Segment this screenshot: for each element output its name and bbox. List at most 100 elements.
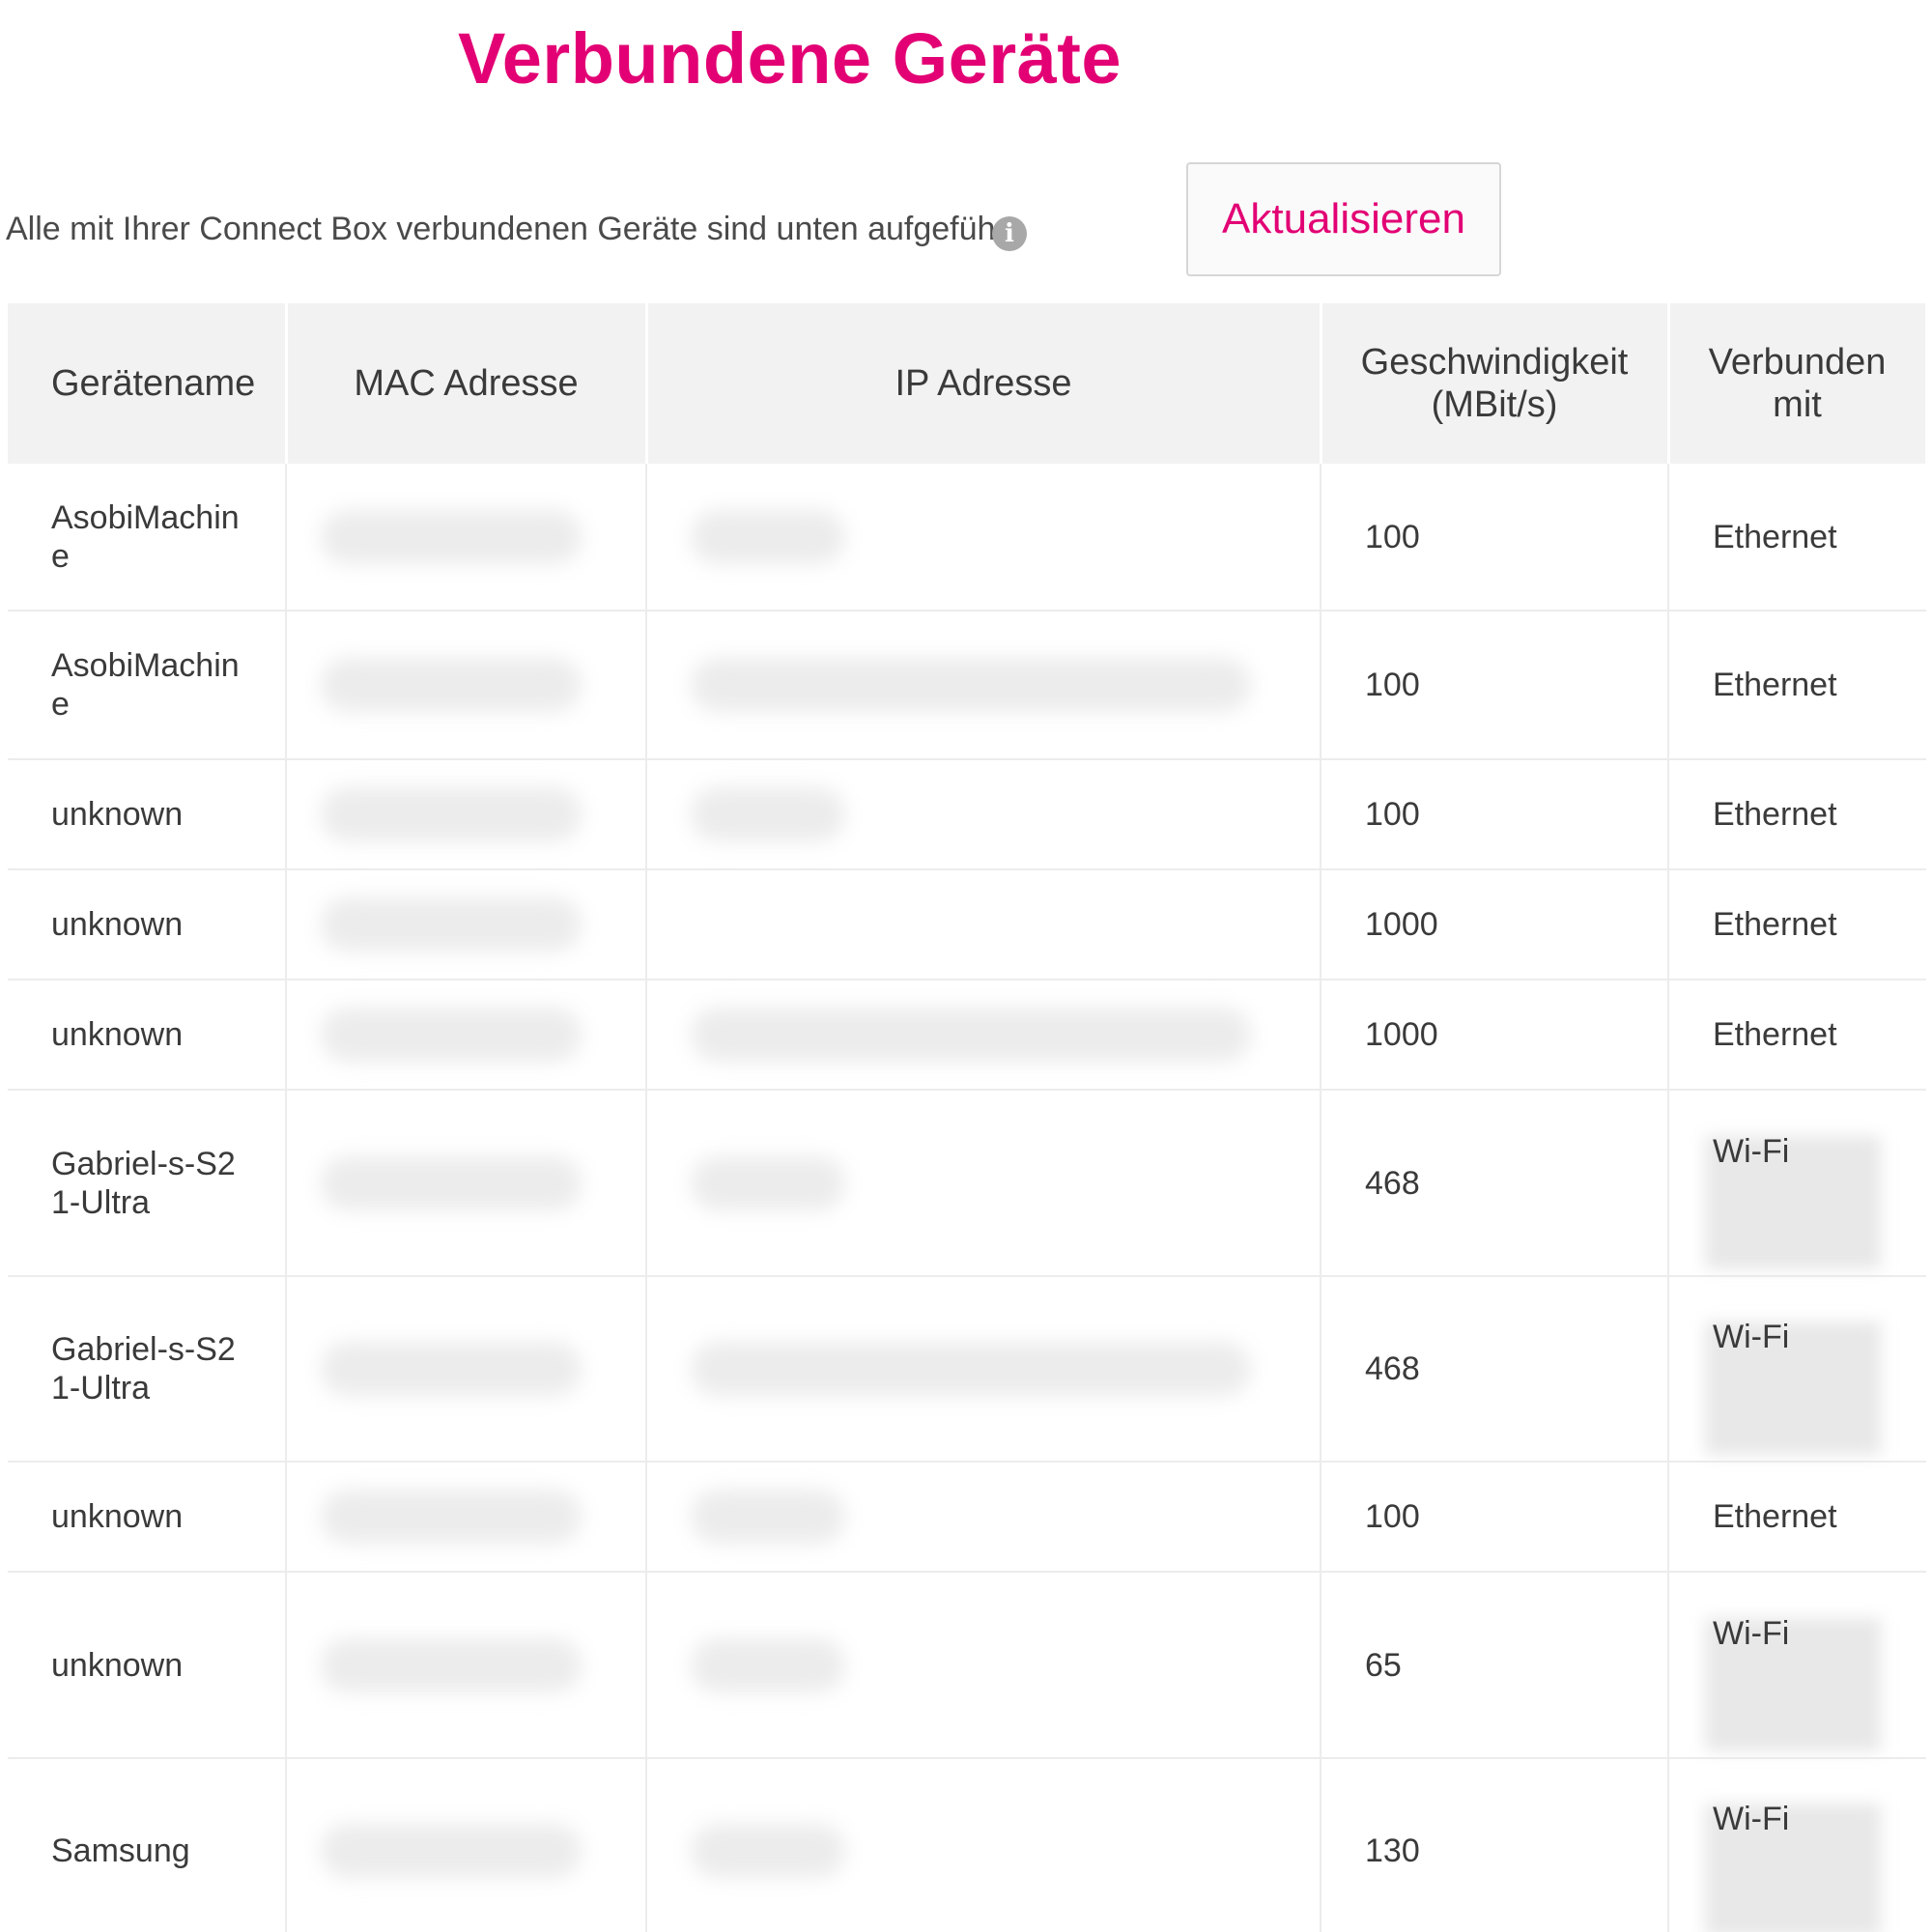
header-device-name: Gerätename (8, 303, 288, 464)
table-row: unknown 100 Ethernet (8, 1462, 1926, 1573)
cell-connected: Ethernet (1668, 611, 1926, 760)
connected-wifi: Wi-Fi (1705, 1778, 1883, 1932)
connected-devices-page: Verbundene Geräte Alle mit Ihrer Connect… (0, 0, 1932, 1932)
cell-ip-address (646, 611, 1321, 760)
redacted-mac (321, 1155, 582, 1210)
redacted-ip (691, 1637, 845, 1692)
cell-mac-address (286, 1276, 647, 1463)
redacted-ip (691, 1155, 845, 1210)
header-speed-line1: Geschwindigkeit (1360, 342, 1629, 383)
cell-device-name: unknown (8, 1572, 287, 1759)
cell-device-name: Samsung (8, 1758, 287, 1932)
cell-speed: 130 (1321, 1758, 1669, 1932)
wifi-label: Wi-Fi (1713, 1801, 1790, 1837)
connected-wifi: Wi-Fi (1705, 1111, 1883, 1269)
table-row: unknown 1000 Ethernet (8, 980, 1926, 1091)
cell-mac-address (286, 1758, 647, 1932)
cell-mac-address (286, 1572, 647, 1759)
cell-ip-address (646, 869, 1321, 980)
redacted-mac (321, 658, 582, 712)
cell-connected: Ethernet (1668, 759, 1926, 870)
cell-device-name: AsobiMachine (8, 611, 287, 760)
table-row: Gabriel-s-S21-Ultra 468 Wi-Fi (8, 1276, 1926, 1463)
wifi-label: Wi-Fi (1713, 1132, 1790, 1170)
redacted-mac (321, 1637, 582, 1692)
cell-speed: 100 (1321, 464, 1669, 611)
cell-connected: Ethernet (1668, 869, 1926, 980)
cell-speed: 468 (1321, 1090, 1669, 1277)
redacted-mac (321, 1490, 582, 1544)
cell-connected: Wi-Fi (1668, 1758, 1926, 1932)
info-icon[interactable]: i (992, 216, 1027, 251)
wifi-label: Wi-Fi (1713, 1614, 1790, 1652)
redacted-mac (321, 897, 582, 952)
redacted-ip (691, 1490, 845, 1544)
table-row: unknown 100 Ethernet (8, 759, 1926, 870)
cell-device-name: unknown (8, 1462, 287, 1573)
cell-device-name: AsobiMachine (8, 464, 287, 611)
intro-text: Alle mit Ihrer Connect Box verbundenen G… (6, 211, 1025, 247)
cell-speed: 1000 (1321, 869, 1669, 980)
cell-device-name: unknown (8, 869, 287, 980)
cell-mac-address (286, 980, 647, 1091)
refresh-button[interactable]: Aktualisieren (1186, 162, 1501, 276)
cell-ip-address (646, 1276, 1321, 1463)
cell-mac-address (286, 759, 647, 870)
redacted-ip (691, 509, 845, 564)
devices-table: Gerätename MAC Adresse IP Adresse Geschw… (8, 303, 1928, 1932)
redacted-mac (321, 787, 582, 841)
cell-ip-address (646, 1090, 1321, 1277)
table-row: AsobiMachine 100 Ethernet (8, 611, 1926, 760)
cell-connected: Wi-Fi (1668, 1090, 1926, 1277)
cell-connected: Wi-Fi (1668, 1276, 1926, 1463)
cell-speed: 100 (1321, 759, 1669, 870)
cell-device-name: unknown (8, 980, 287, 1091)
cell-mac-address (286, 1462, 647, 1573)
redacted-mac (321, 509, 582, 564)
cell-connected: Ethernet (1668, 464, 1926, 611)
page-title: Verbundene Geräte (458, 18, 1122, 99)
header-mac-address: MAC Adresse (286, 303, 648, 464)
cell-device-name: Gabriel-s-S21-Ultra (8, 1276, 287, 1463)
redacted-mac (321, 1824, 582, 1878)
redacted-ip (691, 658, 1251, 712)
redacted-ip (691, 1824, 845, 1878)
cell-speed: 468 (1321, 1276, 1669, 1463)
header-speed: Geschwindigkeit (MBit/s) (1321, 303, 1670, 464)
table-row: unknown 1000 Ethernet (8, 869, 1926, 980)
redacted-ip (691, 1342, 1251, 1396)
connected-wifi: Wi-Fi (1705, 1296, 1883, 1455)
cell-speed: 65 (1321, 1572, 1669, 1759)
connected-wifi: Wi-Fi (1705, 1593, 1883, 1751)
table-header-row: Gerätename MAC Adresse IP Adresse Geschw… (8, 303, 1928, 464)
cell-mac-address (286, 1090, 647, 1277)
header-ip-address: IP Adresse (646, 303, 1322, 464)
cell-speed: 100 (1321, 611, 1669, 760)
cell-ip-address (646, 1572, 1321, 1759)
cell-ip-address (646, 1758, 1321, 1932)
cell-ip-address (646, 980, 1321, 1091)
table-row: AsobiMachine 100 Ethernet (8, 464, 1926, 611)
header-connected-line2: mit (1773, 384, 1822, 425)
header-connected: Verbunden mit (1668, 303, 1928, 464)
table-row: Samsung 130 Wi-Fi (8, 1758, 1926, 1932)
redacted-mac (321, 1008, 582, 1062)
cell-ip-address (646, 464, 1321, 611)
cell-connected: Ethernet (1668, 1462, 1926, 1573)
header-speed-line2: (MBit/s) (1431, 384, 1558, 425)
cell-ip-address (646, 759, 1321, 870)
cell-speed: 100 (1321, 1462, 1669, 1573)
cell-speed: 1000 (1321, 980, 1669, 1091)
header-connected-line1: Verbunden (1708, 342, 1887, 383)
cell-connected: Ethernet (1668, 980, 1926, 1091)
table-row: Gabriel-s-S21-Ultra 468 Wi-Fi (8, 1090, 1926, 1277)
cell-mac-address (286, 611, 647, 760)
redacted-ip (691, 787, 845, 841)
redacted-mac (321, 1342, 582, 1396)
table-row: unknown 65 Wi-Fi (8, 1572, 1926, 1759)
cell-device-name: Gabriel-s-S21-Ultra (8, 1090, 287, 1277)
cell-connected: Wi-Fi (1668, 1572, 1926, 1759)
cell-mac-address (286, 464, 647, 611)
wifi-label: Wi-Fi (1713, 1319, 1790, 1355)
redacted-ip (691, 1008, 1251, 1062)
